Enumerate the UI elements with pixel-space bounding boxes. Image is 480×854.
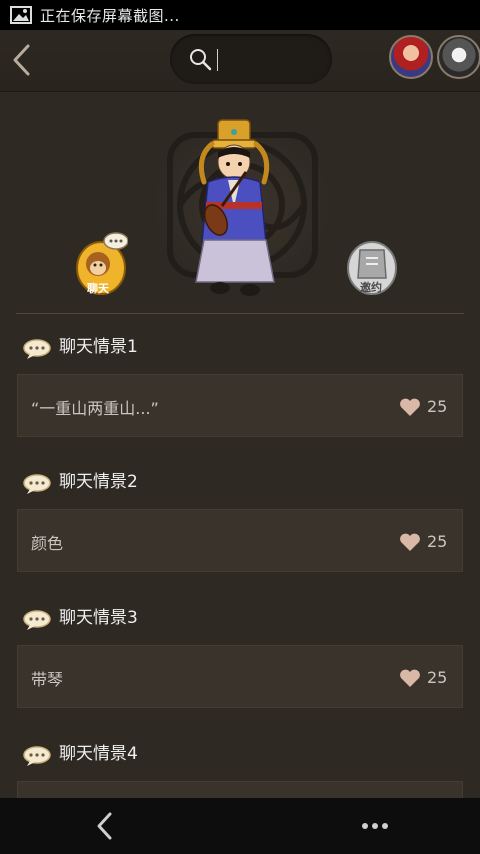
heart-icon[interactable] — [399, 397, 421, 417]
scene-header: 聊天情景2 — [0, 462, 480, 502]
heart-icon[interactable] — [399, 532, 421, 552]
app-screen: 正在保存屏幕截图... 聊天 邀约 聊天情景1 “一重山两重山...” 25 聊… — [0, 0, 480, 854]
scene-card[interactable]: “一重山两重山...” 25 — [17, 374, 463, 437]
chat-label: 聊天 — [87, 282, 109, 295]
scene-header: 聊天情景4 — [0, 734, 480, 774]
bottom-nav-bar — [0, 798, 480, 854]
nav-back-icon[interactable] — [94, 810, 116, 842]
heart-icon[interactable] — [399, 668, 421, 688]
invite-label: 邀约 — [360, 281, 382, 294]
scene-title: 聊天情景2 — [59, 472, 138, 492]
like-count: 25 — [427, 397, 448, 416]
scene-header: 聊天情景3 — [0, 598, 480, 638]
scene-text: 带琴 — [31, 670, 64, 689]
search-input[interactable] — [222, 44, 326, 76]
speech-bubble-icon — [23, 339, 51, 359]
like-count: 25 — [427, 532, 448, 551]
top-header — [0, 30, 480, 92]
scene-title: 聊天情景1 — [59, 337, 138, 357]
avatar-white-hair[interactable] — [437, 35, 480, 79]
more-options-icon[interactable] — [360, 819, 390, 833]
status-bar: 正在保存屏幕截图... — [0, 0, 480, 30]
avatar-red-hair[interactable] — [389, 35, 433, 79]
back-arrow-icon[interactable] — [8, 43, 36, 77]
scene-card[interactable]: 带琴 25 — [17, 645, 463, 708]
speech-bubble-icon — [23, 474, 51, 494]
section-divider — [16, 313, 464, 314]
image-icon — [10, 6, 32, 24]
scene-header: 聊天情景1 — [0, 327, 480, 367]
speech-bubble-icon — [23, 610, 51, 630]
scene-card-partial[interactable] — [17, 781, 463, 798]
like-count: 25 — [427, 668, 448, 687]
scene-text: 颜色 — [31, 534, 64, 553]
search-icon — [190, 49, 212, 71]
speech-bubble-icon — [23, 746, 51, 766]
scene-text: “一重山两重山...” — [31, 399, 159, 418]
scene-card[interactable]: 颜色 25 — [17, 509, 463, 572]
scene-title: 聊天情景3 — [59, 608, 138, 628]
search-box[interactable] — [170, 34, 332, 84]
scholar-character — [195, 119, 275, 296]
scene-title: 聊天情景4 — [59, 744, 138, 764]
text-cursor — [217, 49, 218, 71]
character-hero: 聊天 邀约 — [0, 92, 480, 314]
status-text: 正在保存屏幕截图... — [40, 6, 180, 25]
